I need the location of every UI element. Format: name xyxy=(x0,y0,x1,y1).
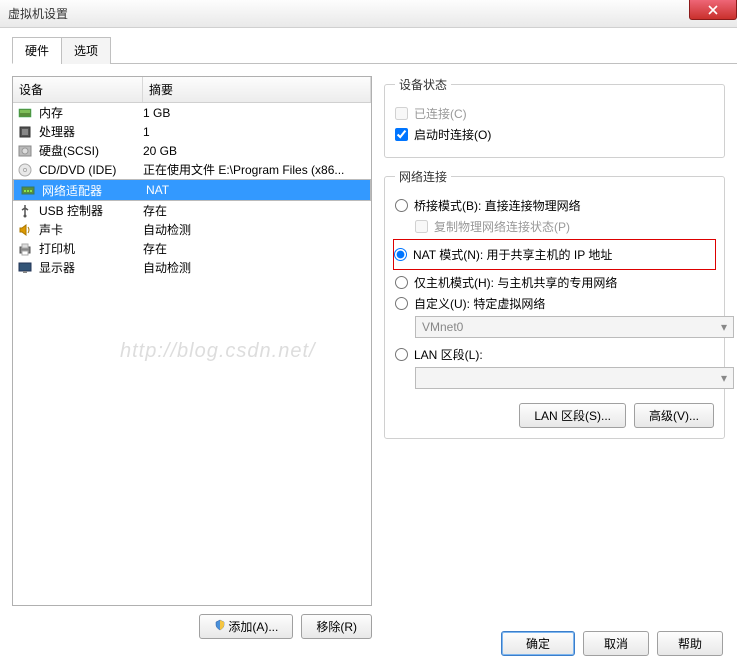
device-summary: NAT xyxy=(146,183,364,197)
device-name: 打印机 xyxy=(39,240,143,257)
device-summary: 1 GB xyxy=(143,106,371,120)
device-name: CD/DVD (IDE) xyxy=(39,163,143,177)
memory-icon xyxy=(17,105,33,121)
tab-bar: 硬件 选项 xyxy=(12,36,737,64)
replicate-checkbox: 复制物理网络连接状态(P) xyxy=(415,218,714,235)
advanced-button[interactable]: 高级(V)... xyxy=(634,403,714,428)
device-row-cd[interactable]: CD/DVD (IDE)正在使用文件 E:\Program Files (x86… xyxy=(13,160,371,179)
ok-button[interactable]: 确定 xyxy=(501,631,575,656)
device-row-cpu[interactable]: 处理器1 xyxy=(13,122,371,141)
header-device: 设备 xyxy=(13,77,143,102)
header-summary: 摘要 xyxy=(143,77,371,102)
device-row-net[interactable]: 网络适配器NAT xyxy=(13,179,371,201)
close-button[interactable] xyxy=(689,0,737,20)
device-name: 硬盘(SCSI) xyxy=(39,142,143,159)
add-button[interactable]: 添加(A)... xyxy=(199,614,293,639)
device-row-usb[interactable]: USB 控制器存在 xyxy=(13,201,371,220)
cancel-button[interactable]: 取消 xyxy=(583,631,649,656)
vmnet-select: VMnet0▾ xyxy=(415,316,734,338)
disk-icon xyxy=(17,143,33,159)
title-bar: 虚拟机设置 xyxy=(0,0,737,28)
device-name: 处理器 xyxy=(39,123,143,140)
network-connection-group: 网络连接 桥接模式(B): 直接连接物理网络 复制物理网络连接状态(P) NAT… xyxy=(384,168,725,439)
device-summary: 存在 xyxy=(143,202,371,219)
printer-icon xyxy=(17,241,33,257)
device-row-printer[interactable]: 打印机存在 xyxy=(13,239,371,258)
cd-icon xyxy=(17,162,33,178)
usb-icon xyxy=(17,203,33,219)
tab-options[interactable]: 选项 xyxy=(61,37,111,64)
add-button-label: 添加(A)... xyxy=(228,620,278,634)
highlight-box: NAT 模式(N): 用于共享主机的 IP 地址 xyxy=(393,239,716,270)
net-icon xyxy=(20,182,36,198)
help-button[interactable]: 帮助 xyxy=(657,631,723,656)
device-name: 网络适配器 xyxy=(42,182,146,199)
lan-segment-select: ▾ xyxy=(415,367,734,389)
custom-radio[interactable]: 自定义(U): 特定虚拟网络 xyxy=(395,295,714,312)
device-summary: 存在 xyxy=(143,240,371,257)
network-legend: 网络连接 xyxy=(395,168,451,185)
device-row-display[interactable]: 显示器自动检测 xyxy=(13,258,371,277)
device-summary: 自动检测 xyxy=(143,259,371,276)
connect-at-poweron-checkbox[interactable]: 启动时连接(O) xyxy=(395,126,714,143)
remove-button[interactable]: 移除(R) xyxy=(301,614,372,639)
device-name: USB 控制器 xyxy=(39,202,143,219)
lan-segments-button[interactable]: LAN 区段(S)... xyxy=(519,403,626,428)
sound-icon xyxy=(17,222,33,238)
chevron-down-icon: ▾ xyxy=(721,371,727,385)
device-row-memory[interactable]: 内存1 GB xyxy=(13,103,371,122)
device-name: 内存 xyxy=(39,104,143,121)
device-status-legend: 设备状态 xyxy=(395,76,451,93)
device-summary: 1 xyxy=(143,125,371,139)
display-icon xyxy=(17,260,33,276)
connected-checkbox[interactable]: 已连接(C) xyxy=(395,105,714,122)
nat-radio[interactable]: NAT 模式(N): 用于共享主机的 IP 地址 xyxy=(394,246,713,263)
shield-icon xyxy=(214,619,226,631)
list-header: 设备 摘要 xyxy=(13,77,371,103)
device-name: 显示器 xyxy=(39,259,143,276)
device-row-sound[interactable]: 声卡自动检测 xyxy=(13,220,371,239)
device-status-group: 设备状态 已连接(C) 启动时连接(O) xyxy=(384,76,725,158)
cpu-icon xyxy=(17,124,33,140)
lan-segment-radio[interactable]: LAN 区段(L): xyxy=(395,346,714,363)
device-row-disk[interactable]: 硬盘(SCSI)20 GB xyxy=(13,141,371,160)
hostonly-radio[interactable]: 仅主机模式(H): 与主机共享的专用网络 xyxy=(395,274,714,291)
window-title: 虚拟机设置 xyxy=(8,5,68,22)
device-summary: 20 GB xyxy=(143,144,371,158)
device-list[interactable]: 设备 摘要 内存1 GB处理器1硬盘(SCSI)20 GBCD/DVD (IDE… xyxy=(12,76,372,606)
device-summary: 自动检测 xyxy=(143,221,371,238)
device-name: 声卡 xyxy=(39,221,143,238)
close-icon xyxy=(708,5,718,15)
chevron-down-icon: ▾ xyxy=(721,320,727,334)
device-summary: 正在使用文件 E:\Program Files (x86... xyxy=(143,161,371,178)
tab-hardware[interactable]: 硬件 xyxy=(12,37,62,64)
bridged-radio[interactable]: 桥接模式(B): 直接连接物理网络 xyxy=(395,197,714,214)
